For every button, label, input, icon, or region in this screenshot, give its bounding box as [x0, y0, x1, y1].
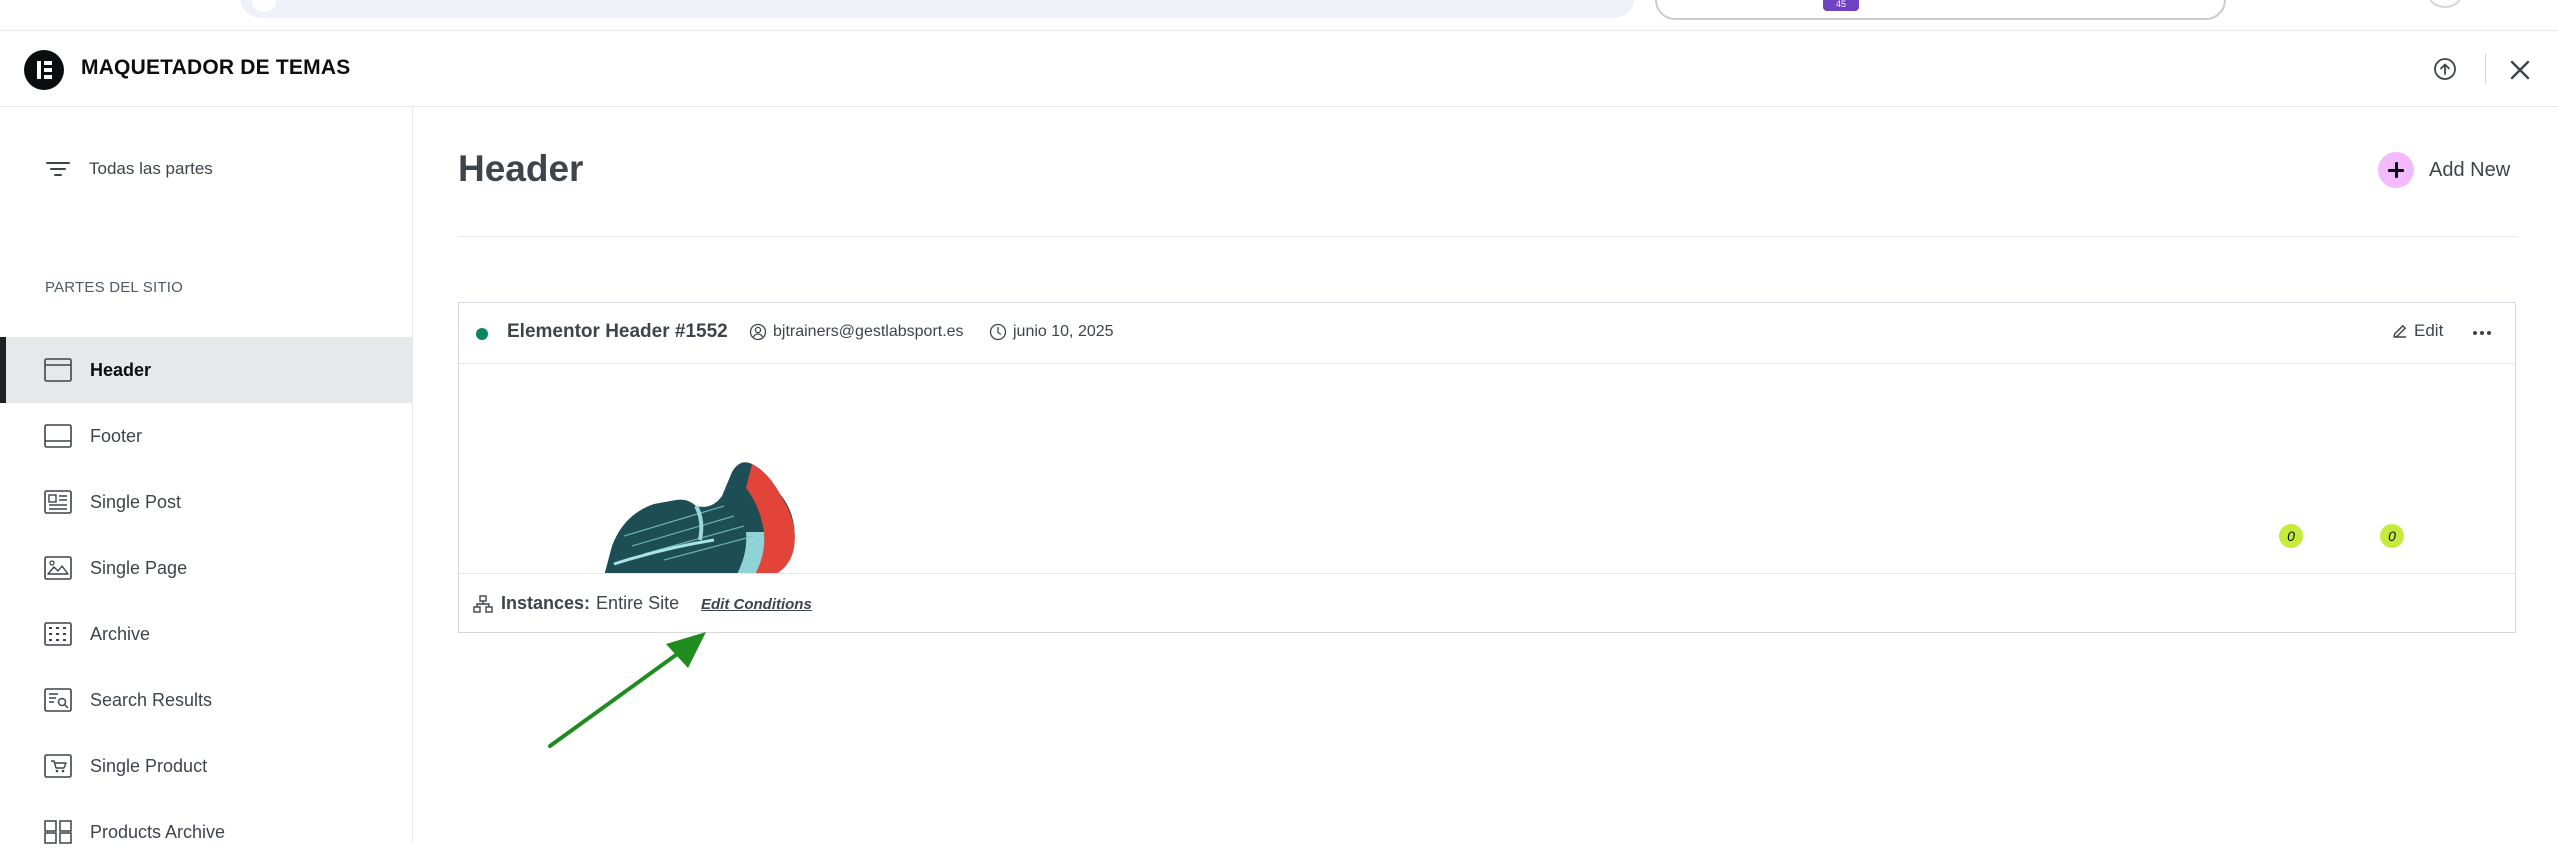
instances-label: Instances:: [501, 593, 591, 613]
card-footer: Instances: Entire Site Edit Conditions: [459, 573, 2515, 633]
site-icon: [252, 0, 276, 12]
clock-icon: [989, 323, 1007, 341]
annotation-arrow: [548, 632, 706, 748]
upload-circle-icon[interactable]: [2433, 57, 2457, 81]
wishlist-count-badge[interactable]: 0: [2279, 524, 2303, 548]
modified-date: junio 10, 2025: [1013, 323, 1114, 340]
footer-layout-icon: [44, 423, 72, 449]
single-page-icon: [44, 555, 72, 581]
sneaker-image: [604, 462, 795, 573]
sidebar-item-label: Single Product: [90, 755, 208, 776]
sidebar-item-label: Search Results: [90, 689, 213, 710]
card-header: Elementor Header #1552 bjtrainers@gestla…: [459, 303, 2515, 364]
sidebar-item-label: Single Page: [90, 557, 188, 578]
close-icon[interactable]: [2507, 57, 2533, 83]
sidebar-item-label: Header: [90, 359, 152, 380]
tab-strip-pill[interactable]: [1655, 0, 2226, 20]
plus-icon: [2378, 152, 2414, 188]
all-parts-filter[interactable]: Todas las partes: [45, 157, 213, 181]
elementor-logo-icon: [24, 50, 64, 90]
divider: [458, 236, 2516, 237]
template-title: Elementor Header #1552: [507, 321, 728, 342]
app-header: MAQUETADOR DE TEMAS: [0, 30, 2558, 107]
edit-label: Edit: [2414, 321, 2444, 340]
sidebar-item-search-results[interactable]: Search Results: [0, 667, 412, 733]
archive-grid-icon: [44, 621, 72, 647]
instances-info: Instances: Entire Site: [473, 593, 679, 614]
edit-conditions-link[interactable]: Edit Conditions: [701, 596, 812, 613]
address-bar[interactable]: [240, 0, 1635, 18]
sidebar-item-single-post[interactable]: Single Post: [0, 469, 412, 535]
header-divider: [2485, 54, 2486, 84]
filter-icon: [46, 162, 70, 176]
author-email: bjtrainers@gestlabsport.es: [773, 323, 964, 340]
user-circle-icon: [749, 323, 767, 341]
sidebar-item-footer[interactable]: Footer: [0, 403, 412, 469]
search-results-icon: [44, 687, 72, 713]
app-title: MAQUETADOR DE TEMAS: [81, 56, 351, 79]
sidebar: Todas las partes PARTES DEL SITIO Header…: [0, 107, 413, 844]
single-post-icon: [44, 489, 72, 515]
cart-count-badge[interactable]: 0: [2380, 524, 2404, 548]
sidebar-item-archive[interactable]: Archive: [0, 601, 412, 667]
template-card: Elementor Header #1552 bjtrainers@gestla…: [458, 302, 2516, 633]
sidebar-item-label: Footer: [90, 425, 143, 446]
single-product-icon: [44, 753, 72, 779]
more-options-icon[interactable]: [2467, 321, 2497, 345]
author-meta: bjtrainers@gestlabsport.es: [749, 323, 964, 341]
section-label: PARTES DEL SITIO: [45, 279, 183, 296]
add-new-label: Add New: [2429, 158, 2511, 181]
sidebar-item-single-product[interactable]: Single Product: [0, 733, 412, 799]
sidebar-item-label: Archive: [90, 623, 151, 644]
template-preview[interactable]: 0 0: [459, 364, 2515, 573]
page-title: Header: [458, 148, 584, 189]
tab-count-badge: 45: [1823, 0, 1859, 11]
profile-icon[interactable]: [2428, 0, 2462, 8]
date-meta: junio 10, 2025: [989, 323, 1114, 341]
site-parts-nav: Header Footer Single Post Single Page Ar…: [0, 337, 412, 865]
all-parts-label: Todas las partes: [89, 159, 213, 178]
add-new-button[interactable]: Add New: [2378, 152, 2510, 188]
edit-button[interactable]: Edit: [2392, 321, 2443, 341]
instances-value: Entire Site: [596, 593, 680, 613]
pencil-icon: [2393, 325, 2406, 338]
sidebar-item-label: Single Post: [90, 491, 182, 512]
sidebar-item-products-archive[interactable]: Products Archive: [0, 799, 412, 865]
browser-toolbar: 45: [0, 0, 2558, 31]
header-layout-icon: [44, 357, 72, 383]
sidebar-item-single-page[interactable]: Single Page: [0, 535, 412, 601]
published-status-dot: [476, 328, 488, 340]
sidebar-item-header[interactable]: Header: [0, 337, 412, 403]
sitemap-icon: [473, 594, 493, 613]
sidebar-item-label: Products Archive: [90, 821, 226, 842]
products-archive-icon: [44, 819, 72, 845]
